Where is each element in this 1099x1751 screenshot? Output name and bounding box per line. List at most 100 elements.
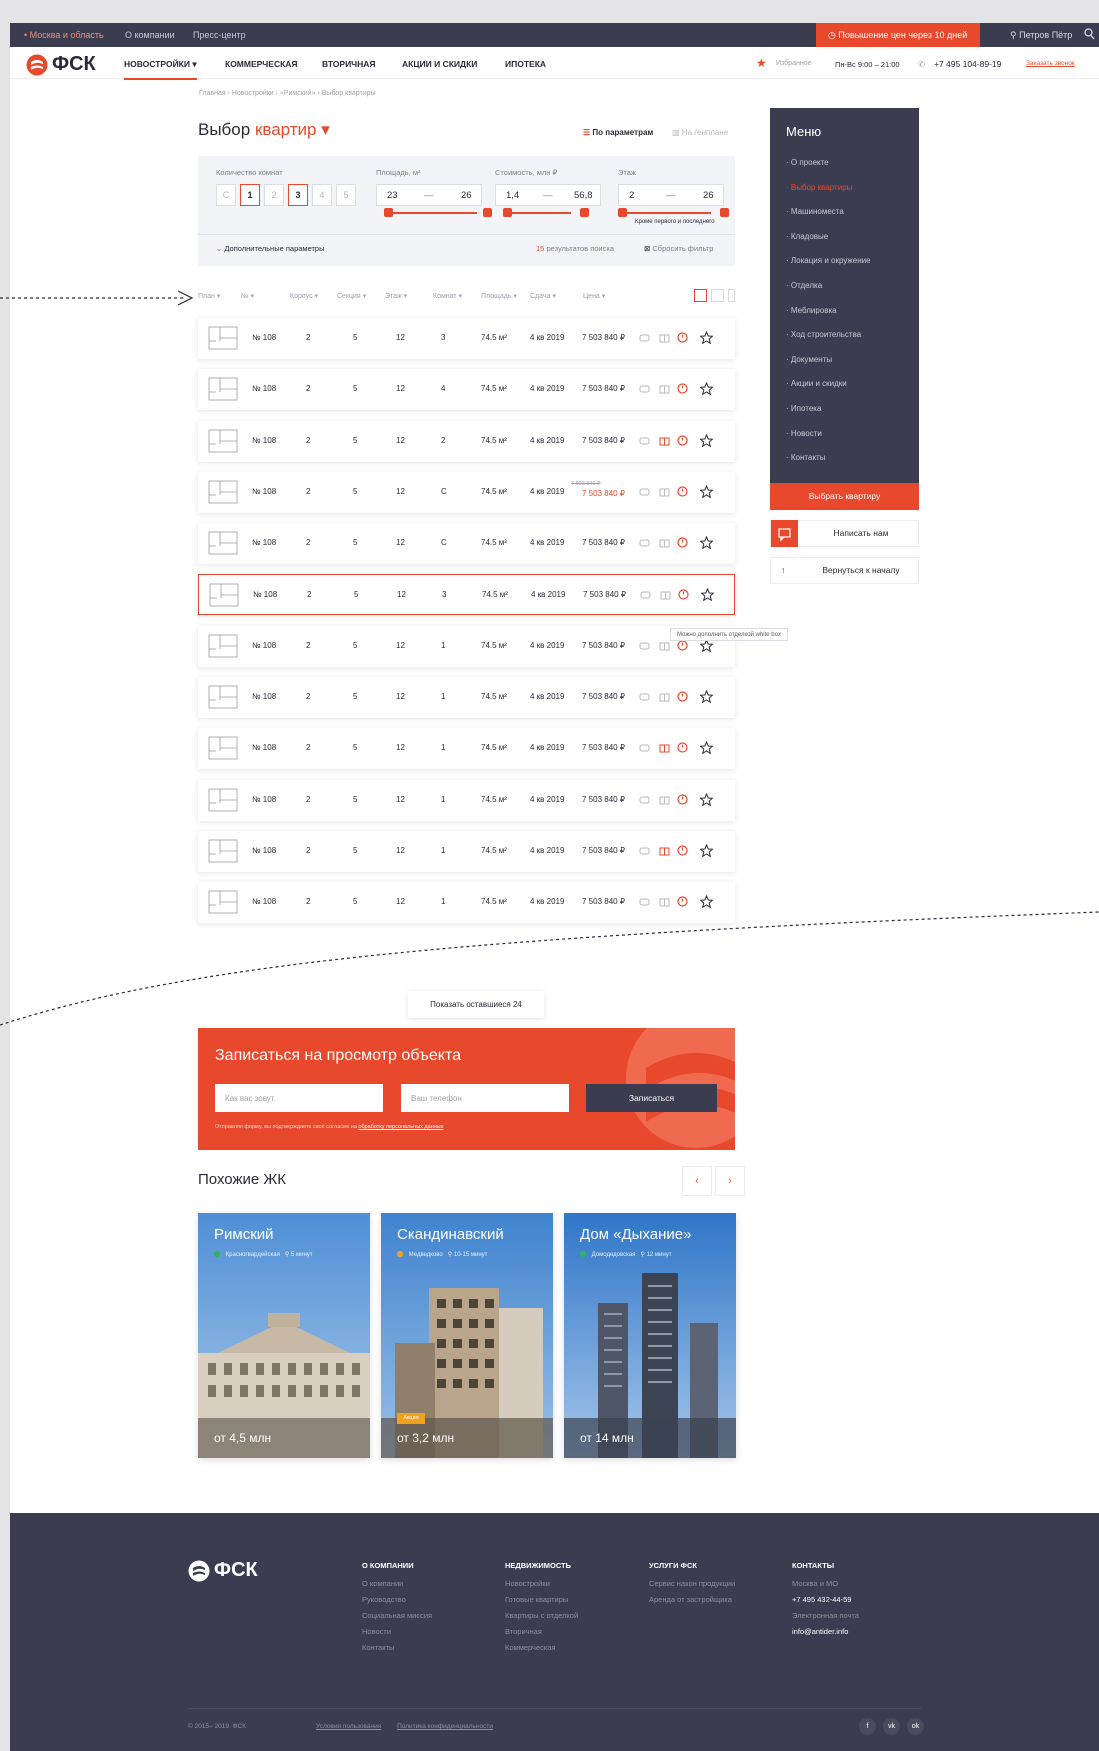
col-number[interactable]: № ▾ xyxy=(241,292,254,300)
choose-apartment-button[interactable]: Выбрать квартиру xyxy=(770,483,919,510)
col-building[interactable]: Корпус ▾ xyxy=(290,292,318,300)
col-delivery[interactable]: Сдача ▾ xyxy=(530,292,556,300)
footer-link[interactable]: Новостройки xyxy=(505,1576,578,1592)
sofa-icon[interactable] xyxy=(638,895,651,908)
gift-icon[interactable] xyxy=(659,588,672,601)
footer-link[interactable]: Готовые квартиры xyxy=(505,1592,578,1608)
footer-link[interactable]: Новости xyxy=(362,1624,432,1640)
gift-icon[interactable] xyxy=(658,434,671,447)
side-menu-item[interactable]: · Документы xyxy=(786,355,871,380)
mode-on-plan[interactable]: ▥ На генплане xyxy=(672,128,728,137)
table-row[interactable]: № 108 2 5 12 1 74.5 м² 4 кв 2019 7 503 840 ₽ xyxy=(198,830,735,872)
search-icon[interactable] xyxy=(1084,28,1095,40)
timer-icon[interactable] xyxy=(676,844,689,857)
sofa-icon[interactable] xyxy=(638,844,651,857)
side-menu-item[interactable]: · Машиноместа xyxy=(786,207,871,232)
sofa-icon[interactable] xyxy=(638,639,651,652)
favorite-star-icon[interactable] xyxy=(701,588,714,602)
nav-newbuilds[interactable]: НОВОСТРОЙКИ ▾ xyxy=(124,59,197,80)
floor-range[interactable]: 2 — 26 xyxy=(618,184,724,206)
favorite-star-icon[interactable] xyxy=(700,331,713,344)
timer-icon[interactable] xyxy=(676,741,689,754)
price-slider-min-handle[interactable] xyxy=(503,208,512,217)
view-tiles-button[interactable] xyxy=(728,289,735,302)
complex-card-dykhanie[interactable]: Дом «Дыхание» Домодедовская ⚲ 12 минут о… xyxy=(564,1213,736,1458)
user-account[interactable]: ⚲ Петров Пётр xyxy=(1010,30,1072,41)
area-range[interactable]: 23 — 26 xyxy=(376,184,482,206)
gift-icon[interactable] xyxy=(658,690,671,703)
view-grid-button[interactable] xyxy=(711,289,724,302)
vk-icon[interactable]: vk xyxy=(883,1718,900,1735)
price-range[interactable]: 1,4 — 56,8 xyxy=(495,184,601,206)
sofa-icon[interactable] xyxy=(638,434,651,447)
table-row[interactable]: № 108 2 5 12 С 74.5 м² 4 кв 2019 7 503 840 ₽7 5… xyxy=(198,471,735,513)
room-option-3[interactable]: 3 xyxy=(288,184,308,206)
favorite-star-icon[interactable] xyxy=(700,843,713,857)
nav-mortgage[interactable]: ИПОТЕКА xyxy=(505,59,546,69)
booking-submit-button[interactable]: Записаться xyxy=(586,1084,717,1112)
room-option-1[interactable]: 1 xyxy=(240,184,260,206)
table-row[interactable]: № 108 2 5 12 С 74.5 м² 4 кв 2019 7 503 840 ₽ xyxy=(198,523,735,565)
side-menu-item[interactable]: · Новости xyxy=(786,429,871,454)
name-input[interactable] xyxy=(215,1084,383,1112)
breadcrumb[interactable]: Главная › Новостройки › «Римский» › Выбо… xyxy=(199,90,376,97)
side-menu-item[interactable]: · Ход строительства xyxy=(786,330,871,355)
view-list-button[interactable] xyxy=(694,289,707,302)
col-area[interactable]: Площадь ▾ xyxy=(481,292,517,300)
logo[interactable]: ФСК xyxy=(26,53,96,76)
table-row[interactable]: № 108 2 5 12 1 74.5 м² 4 кв 2019 7 503 840 ₽ xyxy=(198,779,735,821)
favorite-star-icon[interactable] xyxy=(700,382,713,396)
side-menu-item[interactable]: · Акции и скидки xyxy=(786,379,871,404)
side-menu-item[interactable]: · Отделка xyxy=(786,281,871,306)
show-more-button[interactable]: Показать оставшиеся 24 xyxy=(408,991,544,1018)
price-slider-max-handle[interactable] xyxy=(580,208,589,217)
side-menu-item[interactable]: · Кладовые xyxy=(786,232,871,257)
title-dropdown[interactable]: квартир ▾ xyxy=(255,120,330,139)
write-us-button[interactable]: Написать нам xyxy=(770,520,919,547)
side-menu-item[interactable]: · О проекте xyxy=(786,158,871,183)
timer-icon[interactable] xyxy=(676,434,689,447)
gift-icon[interactable] xyxy=(658,485,671,498)
sofa-icon[interactable] xyxy=(638,485,651,498)
favorites-link[interactable]: Избранное xyxy=(776,60,811,67)
floor-slider-min-handle[interactable] xyxy=(618,208,627,217)
timer-icon[interactable] xyxy=(676,895,689,908)
favorite-star-icon[interactable] xyxy=(700,433,713,447)
footer-link[interactable]: Контакты xyxy=(362,1640,432,1656)
sofa-icon[interactable] xyxy=(638,793,651,806)
complex-card-skandinavsky[interactable]: Скандинавский Медведково ⚲ 10-15 минут А… xyxy=(381,1213,553,1458)
room-option-5[interactable]: 5 xyxy=(336,184,356,206)
facebook-icon[interactable]: f xyxy=(859,1718,876,1735)
table-row[interactable]: № 108 2 5 12 4 74.5 м² 4 кв 2019 7 503 840 ₽ xyxy=(198,369,735,411)
table-row[interactable]: № 108 2 5 12 1 74.5 м² 4 кв 2019 7 503 840 ₽ xyxy=(198,677,735,719)
footer-mail[interactable]: info@antider.info xyxy=(792,1624,859,1640)
floor-note[interactable]: Кроме первого и последнего xyxy=(635,219,715,225)
gift-icon[interactable] xyxy=(658,844,671,857)
timer-icon[interactable] xyxy=(676,536,689,549)
room-option-studio[interactable]: С xyxy=(216,184,236,206)
gift-icon[interactable] xyxy=(658,793,671,806)
col-price[interactable]: Цена ▾ xyxy=(583,292,605,300)
side-menu-item[interactable]: · Контакты xyxy=(786,453,871,478)
footer-link[interactable]: Коммерческая xyxy=(505,1640,578,1656)
nav-commercial[interactable]: КОММЕРЧЕСКАЯ xyxy=(225,59,298,69)
favorite-star-icon[interactable] xyxy=(700,895,713,909)
side-menu-item[interactable]: · Локация и окружение xyxy=(786,256,871,281)
favorite-star-icon[interactable] xyxy=(700,741,713,755)
gift-icon[interactable] xyxy=(658,895,671,908)
side-menu-item[interactable]: · Выбор квартиры xyxy=(786,183,871,208)
col-rooms[interactable]: Комнат ▾ xyxy=(433,292,462,300)
mode-by-params[interactable]: ☰ По параметрам xyxy=(583,128,653,137)
phone-number[interactable]: +7 495 104-89-19 xyxy=(934,59,1001,69)
favorite-star-icon[interactable] xyxy=(700,536,713,550)
gift-icon[interactable] xyxy=(658,382,671,395)
gift-icon[interactable] xyxy=(658,331,671,344)
terms-link[interactable]: Условия пользования xyxy=(316,1723,381,1730)
room-option-2[interactable]: 2 xyxy=(264,184,284,206)
timer-icon[interactable] xyxy=(676,485,689,498)
footer-logo[interactable]: ФСК xyxy=(188,1559,258,1582)
nav-promotions[interactable]: АКЦИИ И СКИДКИ xyxy=(402,59,477,69)
side-menu-item[interactable]: · Меблировка xyxy=(786,306,871,331)
privacy-link[interactable]: Политика конфиденциальности xyxy=(397,1723,493,1730)
odnoklassniki-icon[interactable]: ok xyxy=(907,1718,924,1735)
